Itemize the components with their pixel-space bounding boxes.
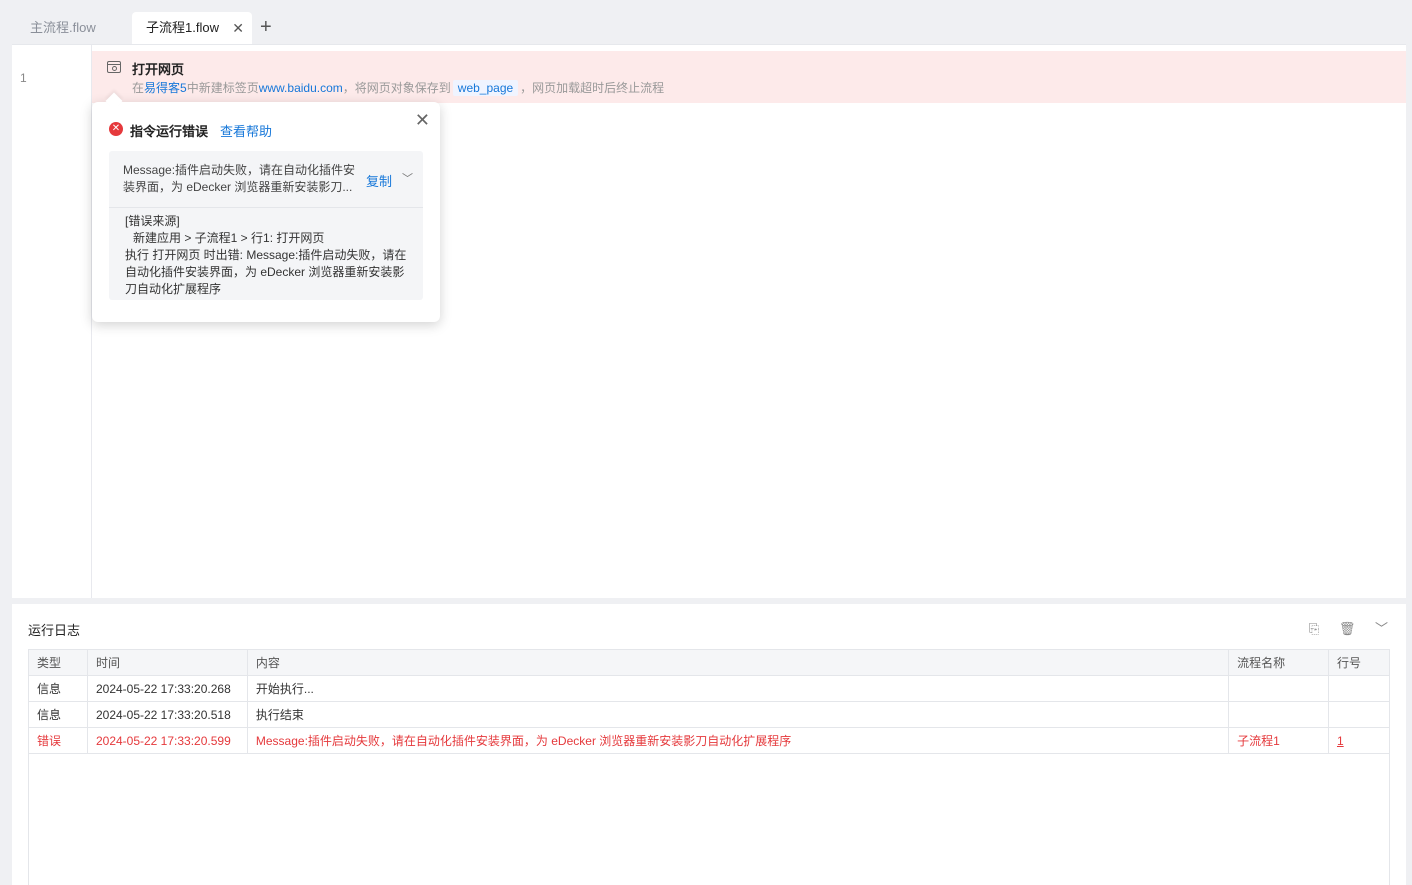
column-line[interactable]: 行号 bbox=[1327, 649, 1391, 676]
line-gutter: 1 bbox=[12, 45, 92, 598]
table-row-error[interactable]: 错误 2024-05-22 17:33:20.599 Message:插件启动失… bbox=[28, 727, 1391, 754]
log-table: 类型 时间 内容 流程名称 行号 信息 2024-05-22 17:33:20.… bbox=[28, 649, 1391, 754]
log-header-row: 类型 时间 内容 流程名称 行号 bbox=[28, 649, 1391, 676]
command-title: 打开网页 bbox=[132, 62, 185, 77]
column-time[interactable]: 时间 bbox=[86, 649, 248, 676]
table-row[interactable]: 信息 2024-05-22 17:33:20.268 开始执行... bbox=[28, 675, 1391, 702]
command-row-open-webpage[interactable]: 打开网页 在易得客5中新建标签页www.baidu.com，将网页对象保存到 we… bbox=[92, 51, 1406, 103]
error-message-box: Message:插件启动失败，请在自动化插件安装界面，为 eDecker 浏览器… bbox=[109, 151, 423, 300]
line-number: 1 bbox=[20, 71, 27, 85]
tab-bar: 主流程.flow 子流程1.flow ✕ + bbox=[12, 12, 1406, 44]
copy-button[interactable]: 复制 bbox=[366, 171, 392, 190]
view-help-link[interactable]: 查看帮助 bbox=[220, 121, 272, 140]
command-description: 在易得客5中新建标签页www.baidu.com，将网页对象保存到 web_pag… bbox=[132, 80, 665, 96]
table-row[interactable]: 信息 2024-05-22 17:33:20.518 执行结束 bbox=[28, 701, 1391, 728]
column-flow-name[interactable]: 流程名称 bbox=[1228, 649, 1329, 676]
error-title: 指令运行错误 bbox=[130, 124, 209, 139]
detail-source-label: [错误来源] bbox=[125, 214, 180, 228]
log-toolbar: ⎘ 🗑 ﹀ bbox=[1293, 618, 1388, 637]
browser-window-icon bbox=[107, 61, 121, 73]
trash-icon[interactable]: 🗑 bbox=[1339, 621, 1356, 636]
url-value: www.baidu.com bbox=[258, 81, 343, 95]
tab-main-flow[interactable]: 主流程.flow bbox=[30, 12, 96, 44]
log-table-empty-area bbox=[28, 753, 1390, 885]
detail-path: 新建应用 > 子流程1 > 行1: 打开网页 bbox=[133, 231, 325, 245]
add-tab-icon[interactable]: + bbox=[260, 12, 272, 42]
export-icon[interactable]: ⎘ bbox=[1309, 621, 1319, 636]
error-message: Message:插件启动失败，请在自动化插件安装界面，为 eDecker 浏览器… bbox=[123, 163, 356, 194]
column-content[interactable]: 内容 bbox=[246, 649, 1230, 676]
run-log-title: 运行日志 bbox=[28, 623, 81, 638]
divider bbox=[109, 207, 423, 208]
tab-subflow-1-label: 子流程1.flow bbox=[146, 20, 219, 35]
variable-chip[interactable]: web_page bbox=[452, 80, 519, 96]
chevron-down-icon[interactable]: ﹀ bbox=[402, 170, 413, 186]
browser-name: 易得客5 bbox=[144, 81, 187, 95]
close-icon[interactable]: ✕ bbox=[415, 110, 430, 131]
error-popover: ✕ 指令运行错误 查看帮助 ✕ Message:插件启动失败，请在自动化插件安装… bbox=[92, 102, 440, 322]
error-icon: ✕ bbox=[109, 122, 123, 136]
error-detail: [错误来源] 新建应用 > 子流程1 > 行1: 打开网页 执行 打开网页 时出… bbox=[125, 213, 409, 298]
column-type[interactable]: 类型 bbox=[28, 649, 88, 676]
line-link[interactable]: 1 bbox=[1337, 734, 1344, 748]
chevron-down-icon[interactable]: ﹀ bbox=[1375, 621, 1388, 636]
tab-subflow-1[interactable]: 子流程1.flow ✕ bbox=[132, 12, 252, 44]
detail-text: 执行 打开网页 时出错: Message:插件启动失败，请在自动化插件安装界面，… bbox=[125, 248, 407, 296]
run-log-panel: 运行日志 ⎘ 🗑 ﹀ 类型 时间 内容 流程名称 行号 信息 2024-05-2… bbox=[12, 604, 1406, 885]
close-tab-icon[interactable]: ✕ bbox=[232, 12, 244, 44]
